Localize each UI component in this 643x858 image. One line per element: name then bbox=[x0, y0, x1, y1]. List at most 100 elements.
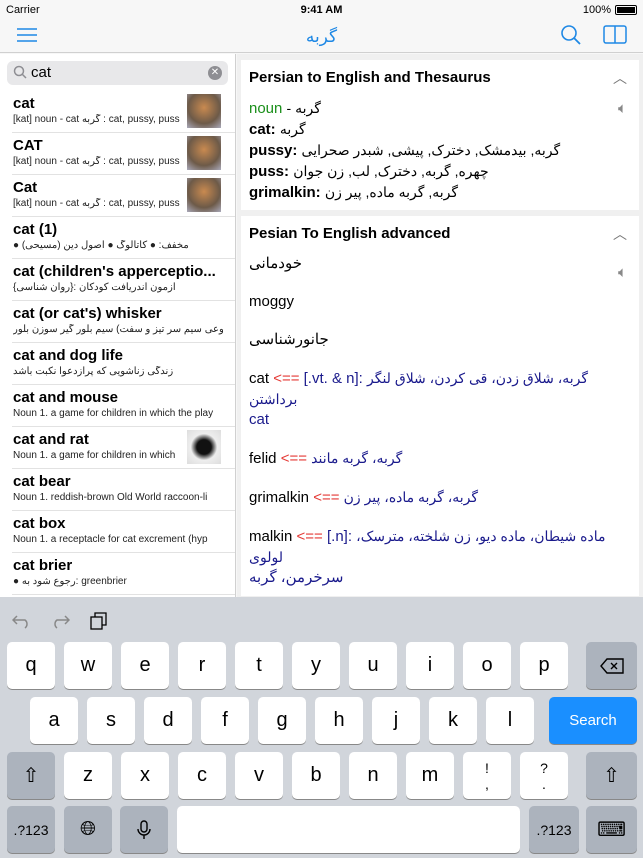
arrow: <== bbox=[280, 450, 307, 467]
globe-icon[interactable]: 🌐︎ bbox=[64, 806, 112, 853]
key-i[interactable]: i bbox=[406, 642, 454, 689]
entry-continuation: سرخرمن، گربه bbox=[249, 569, 344, 586]
list-item[interactable]: cat (1) ● مخفف: ● کاتالوگ ● اصول دین (مسی… bbox=[12, 217, 235, 259]
microphone-icon[interactable] bbox=[120, 806, 168, 853]
arrow: <== bbox=[296, 528, 323, 545]
usage-label: خودمانی bbox=[249, 255, 302, 272]
space-key[interactable] bbox=[177, 806, 520, 853]
key-j[interactable]: j bbox=[372, 697, 420, 744]
key-p[interactable]: p bbox=[520, 642, 568, 689]
key-l[interactable]: l bbox=[486, 697, 534, 744]
entry-word: pussy: bbox=[249, 142, 298, 159]
item-word: cat and rat bbox=[13, 431, 89, 448]
definition-panel: Persian to English and Thesaurus ︿ 🔈︎ no… bbox=[237, 54, 643, 597]
entry-tag: [.vt. & n]: bbox=[303, 370, 363, 387]
key-v[interactable]: v bbox=[235, 752, 283, 799]
chevron-up-icon[interactable]: ︿ bbox=[613, 68, 627, 88]
clear-icon[interactable]: ✕ bbox=[208, 66, 222, 80]
key-s[interactable]: s bbox=[87, 697, 135, 744]
key-h[interactable]: h bbox=[315, 697, 363, 744]
thumbnail-image bbox=[187, 136, 221, 170]
item-description: Noun 1. a game for children in which the… bbox=[13, 408, 214, 419]
item-description: ● مخفف: ● کاتالوگ ● اصول دین (مسیحی) bbox=[13, 240, 189, 251]
key-w[interactable]: w bbox=[64, 642, 112, 689]
key-t[interactable]: t bbox=[235, 642, 283, 689]
key-c[interactable]: c bbox=[178, 752, 226, 799]
entry-word: felid bbox=[249, 450, 277, 467]
item-description: {روان شناسی}: ازمون اندریافت کودکان bbox=[13, 282, 176, 293]
key-a[interactable]: a bbox=[30, 697, 78, 744]
shift-key-right[interactable]: ⇧ bbox=[586, 752, 637, 799]
key-e[interactable]: e bbox=[121, 642, 169, 689]
paste-icon[interactable] bbox=[90, 612, 108, 630]
clock: 9:41 AM bbox=[300, 4, 343, 16]
hide-keyboard-icon[interactable]: ⌨︎ bbox=[586, 806, 637, 853]
item-word: cat (1) bbox=[13, 221, 58, 238]
book-icon[interactable] bbox=[603, 24, 627, 46]
keyboard: q w e r t y u i o p a s d f g h j k l Search ⇧ z x c v b n m! ,? . ⇧… bbox=[0, 597, 643, 858]
battery-icon bbox=[615, 5, 637, 15]
key-punct[interactable]: ? . bbox=[520, 752, 568, 799]
card-title: Pesian To English advanced bbox=[249, 225, 451, 242]
item-word: cat bbox=[13, 95, 35, 112]
list-item[interactable]: cat box Noun 1. a receptacle for cat excr… bbox=[12, 511, 235, 553]
key-f[interactable]: f bbox=[201, 697, 249, 744]
key-r[interactable]: r bbox=[178, 642, 226, 689]
key-k[interactable]: k bbox=[429, 697, 477, 744]
key-g[interactable]: g bbox=[258, 697, 306, 744]
page-title: گربه bbox=[305, 27, 338, 46]
dictionary-entry: cat <== [.vt. & n]: گربه، شلاق زدن، قی ک… bbox=[249, 368, 631, 430]
key-n[interactable]: n bbox=[349, 752, 397, 799]
item-description: Noun 1. reddish-brown Old World raccoon-… bbox=[13, 492, 208, 503]
key-z[interactable]: z bbox=[64, 752, 112, 799]
entry-translation: گربه، شلاق زدن، قی کردن، شلاق لنگر برداش… bbox=[249, 370, 589, 407]
entry-tag: [.n]: bbox=[326, 528, 352, 545]
search-icon[interactable] bbox=[560, 24, 582, 46]
speaker-icon[interactable]: 🔈︎ bbox=[618, 100, 627, 117]
domain-label: جانورشناسی bbox=[249, 331, 329, 348]
item-word: CAT bbox=[13, 137, 43, 154]
key-b[interactable]: b bbox=[292, 752, 340, 799]
list-item[interactable]: cat brier ● رجوع شود به: greenbrier bbox=[12, 553, 235, 595]
item-word: cat bear bbox=[13, 473, 71, 490]
numbers-key-right[interactable]: .?123 bbox=[529, 806, 579, 853]
item-word: cat (or cat's) whisker bbox=[13, 305, 162, 322]
thesaurus-entry: grimalkin: گربه, گربه ماده, پیر زن bbox=[249, 182, 631, 203]
key-x[interactable]: x bbox=[121, 752, 169, 799]
thesaurus-entry: puss: چهره, گربه, دخترک, لب, زن جوان bbox=[249, 161, 631, 182]
list-item[interactable]: CAT [kat] noun - cat گربه : cat, pussy, p… bbox=[12, 133, 235, 175]
chevron-up-icon[interactable]: ︿ bbox=[613, 224, 627, 244]
item-description: ل گربه (نوعی سیم سر تیز و سفت) سیم بلور … bbox=[13, 324, 223, 335]
key-o[interactable]: o bbox=[463, 642, 511, 689]
arrow: <== bbox=[313, 489, 340, 506]
backspace-key[interactable] bbox=[586, 642, 637, 689]
list-item[interactable]: cat and dog life زندگی زناشویی که پرازدعو… bbox=[12, 343, 235, 385]
list-item[interactable]: cat (or cat's) whisker ل گربه (نوعی سیم س… bbox=[12, 301, 235, 343]
search-input[interactable]: cat ✕ bbox=[7, 61, 228, 85]
dictionary-entry: felid <== گربه، گربه مانند bbox=[249, 448, 631, 469]
search-key[interactable]: Search bbox=[549, 697, 637, 744]
redo-icon[interactable] bbox=[50, 613, 70, 629]
item-description: Noun 1. a receptacle for cat excrement (… bbox=[13, 534, 208, 545]
numbers-key[interactable]: .?123 bbox=[7, 806, 55, 853]
card-title: Persian to English and Thesaurus bbox=[249, 69, 491, 86]
list-item[interactable]: cat and rat Noun 1. a game for children i… bbox=[12, 427, 235, 469]
key-m[interactable]: m bbox=[406, 752, 454, 799]
list-item[interactable]: Cat [kat] noun - cat گربه : cat, pussy, p… bbox=[12, 175, 235, 217]
key-d[interactable]: d bbox=[144, 697, 192, 744]
list-item[interactable]: cat bear Noun 1. reddish-brown Old World … bbox=[12, 469, 235, 511]
nav-bar: گربه bbox=[0, 20, 643, 53]
key-punct[interactable]: ! , bbox=[463, 752, 511, 799]
undo-icon[interactable] bbox=[12, 613, 32, 629]
key-q[interactable]: q bbox=[7, 642, 55, 689]
search-icon bbox=[13, 65, 27, 79]
list-item[interactable]: cat and mouse Noun 1. a game for children… bbox=[12, 385, 235, 427]
list-item[interactable]: cat [kat] noun - cat گربه : cat, pussy, p… bbox=[12, 91, 235, 133]
list-item[interactable]: cat (children's apperceptio... {روان شناس… bbox=[12, 259, 235, 301]
item-description: زندگی زناشویی که پرازدعوا نکبت باشد bbox=[13, 366, 174, 377]
shift-key[interactable]: ⇧ bbox=[7, 752, 55, 799]
key-u[interactable]: u bbox=[349, 642, 397, 689]
synonym: moggy bbox=[249, 293, 295, 310]
key-y[interactable]: y bbox=[292, 642, 340, 689]
speaker-icon[interactable]: 🔈︎ bbox=[618, 264, 627, 281]
